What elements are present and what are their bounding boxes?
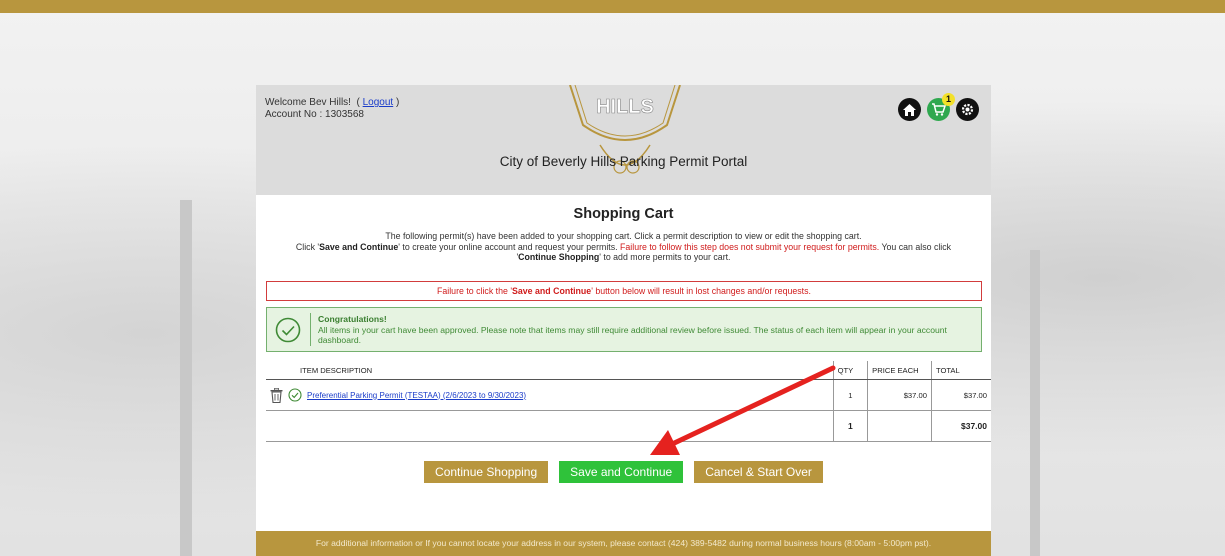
success-title: Congratulations! bbox=[318, 314, 387, 324]
success-alert: Congratulations! All items in your cart … bbox=[266, 307, 982, 352]
summary-total: $37.00 bbox=[930, 410, 991, 442]
account-number: Account No : 1303568 bbox=[265, 109, 364, 120]
table-row: Preferential Parking Permit (TESTAA) (2/… bbox=[266, 379, 991, 411]
item-price: $37.00 bbox=[867, 379, 932, 411]
col-price-each: PRICE EACH bbox=[867, 361, 932, 380]
action-buttons: Continue Shopping Save and Continue Canc… bbox=[256, 461, 991, 483]
header-icons: 1 bbox=[898, 93, 979, 121]
trash-icon[interactable] bbox=[270, 387, 283, 403]
cart-instructions: The following permit(s) have been added … bbox=[295, 231, 952, 262]
item-total: $37.00 bbox=[930, 379, 991, 411]
main-panel: HILLS Welcome Bev Hills! ( Logout ) Acco… bbox=[256, 85, 991, 556]
top-gold-bar bbox=[0, 0, 1225, 13]
page-title: Shopping Cart bbox=[573, 206, 674, 222]
background-palm-trunk bbox=[180, 200, 192, 556]
permit-item-link[interactable]: Preferential Parking Permit (TESTAA) (2/… bbox=[307, 391, 526, 400]
success-message: Congratulations! All items in your cart … bbox=[318, 314, 973, 346]
continue-shopping-button[interactable]: Continue Shopping bbox=[424, 461, 549, 483]
settings-gear-icon[interactable] bbox=[956, 98, 979, 121]
col-item-description: ITEM DESCRIPTION bbox=[266, 361, 834, 380]
cancel-start-over-button[interactable]: Cancel & Start Over bbox=[694, 461, 823, 483]
background-palm-trunk bbox=[1030, 250, 1040, 556]
check-circle-icon bbox=[275, 317, 301, 343]
welcome-block: Welcome Bev Hills! ( Logout ) Account No… bbox=[265, 97, 400, 120]
warning-alert: Failure to click the 'Save and Continue'… bbox=[266, 281, 982, 301]
col-qty: QTY bbox=[832, 361, 868, 380]
welcome-text: Welcome Bev Hills! bbox=[265, 97, 351, 108]
cart-count-badge: 1 bbox=[942, 93, 955, 106]
footer-contact-bar: For additional information or If you can… bbox=[256, 531, 991, 556]
page-header: HILLS Welcome Bev Hills! ( Logout ) Acco… bbox=[256, 85, 991, 195]
shopping-cart-icon[interactable]: 1 bbox=[927, 93, 955, 121]
approved-check-icon bbox=[288, 388, 302, 402]
logout-link[interactable]: Logout bbox=[363, 97, 394, 108]
table-summary-row: 1 $37.00 bbox=[266, 410, 991, 442]
table-header-row: ITEM DESCRIPTION QTY PRICE EACH TOTAL bbox=[266, 361, 991, 380]
portal-title: City of Beverly Hills Parking Permit Por… bbox=[499, 154, 748, 169]
cart-items-table: ITEM DESCRIPTION QTY PRICE EACH TOTAL Pr… bbox=[266, 361, 991, 442]
item-qty: 1 bbox=[832, 379, 868, 411]
success-text: All items in your cart have been approve… bbox=[318, 324, 947, 346]
summary-qty: 1 bbox=[832, 410, 868, 442]
col-total: TOTAL bbox=[930, 361, 991, 380]
logo-text: HILLS bbox=[596, 96, 654, 118]
alert-divider bbox=[310, 313, 311, 346]
home-icon[interactable] bbox=[898, 98, 921, 121]
save-and-continue-button[interactable]: Save and Continue bbox=[559, 461, 684, 483]
